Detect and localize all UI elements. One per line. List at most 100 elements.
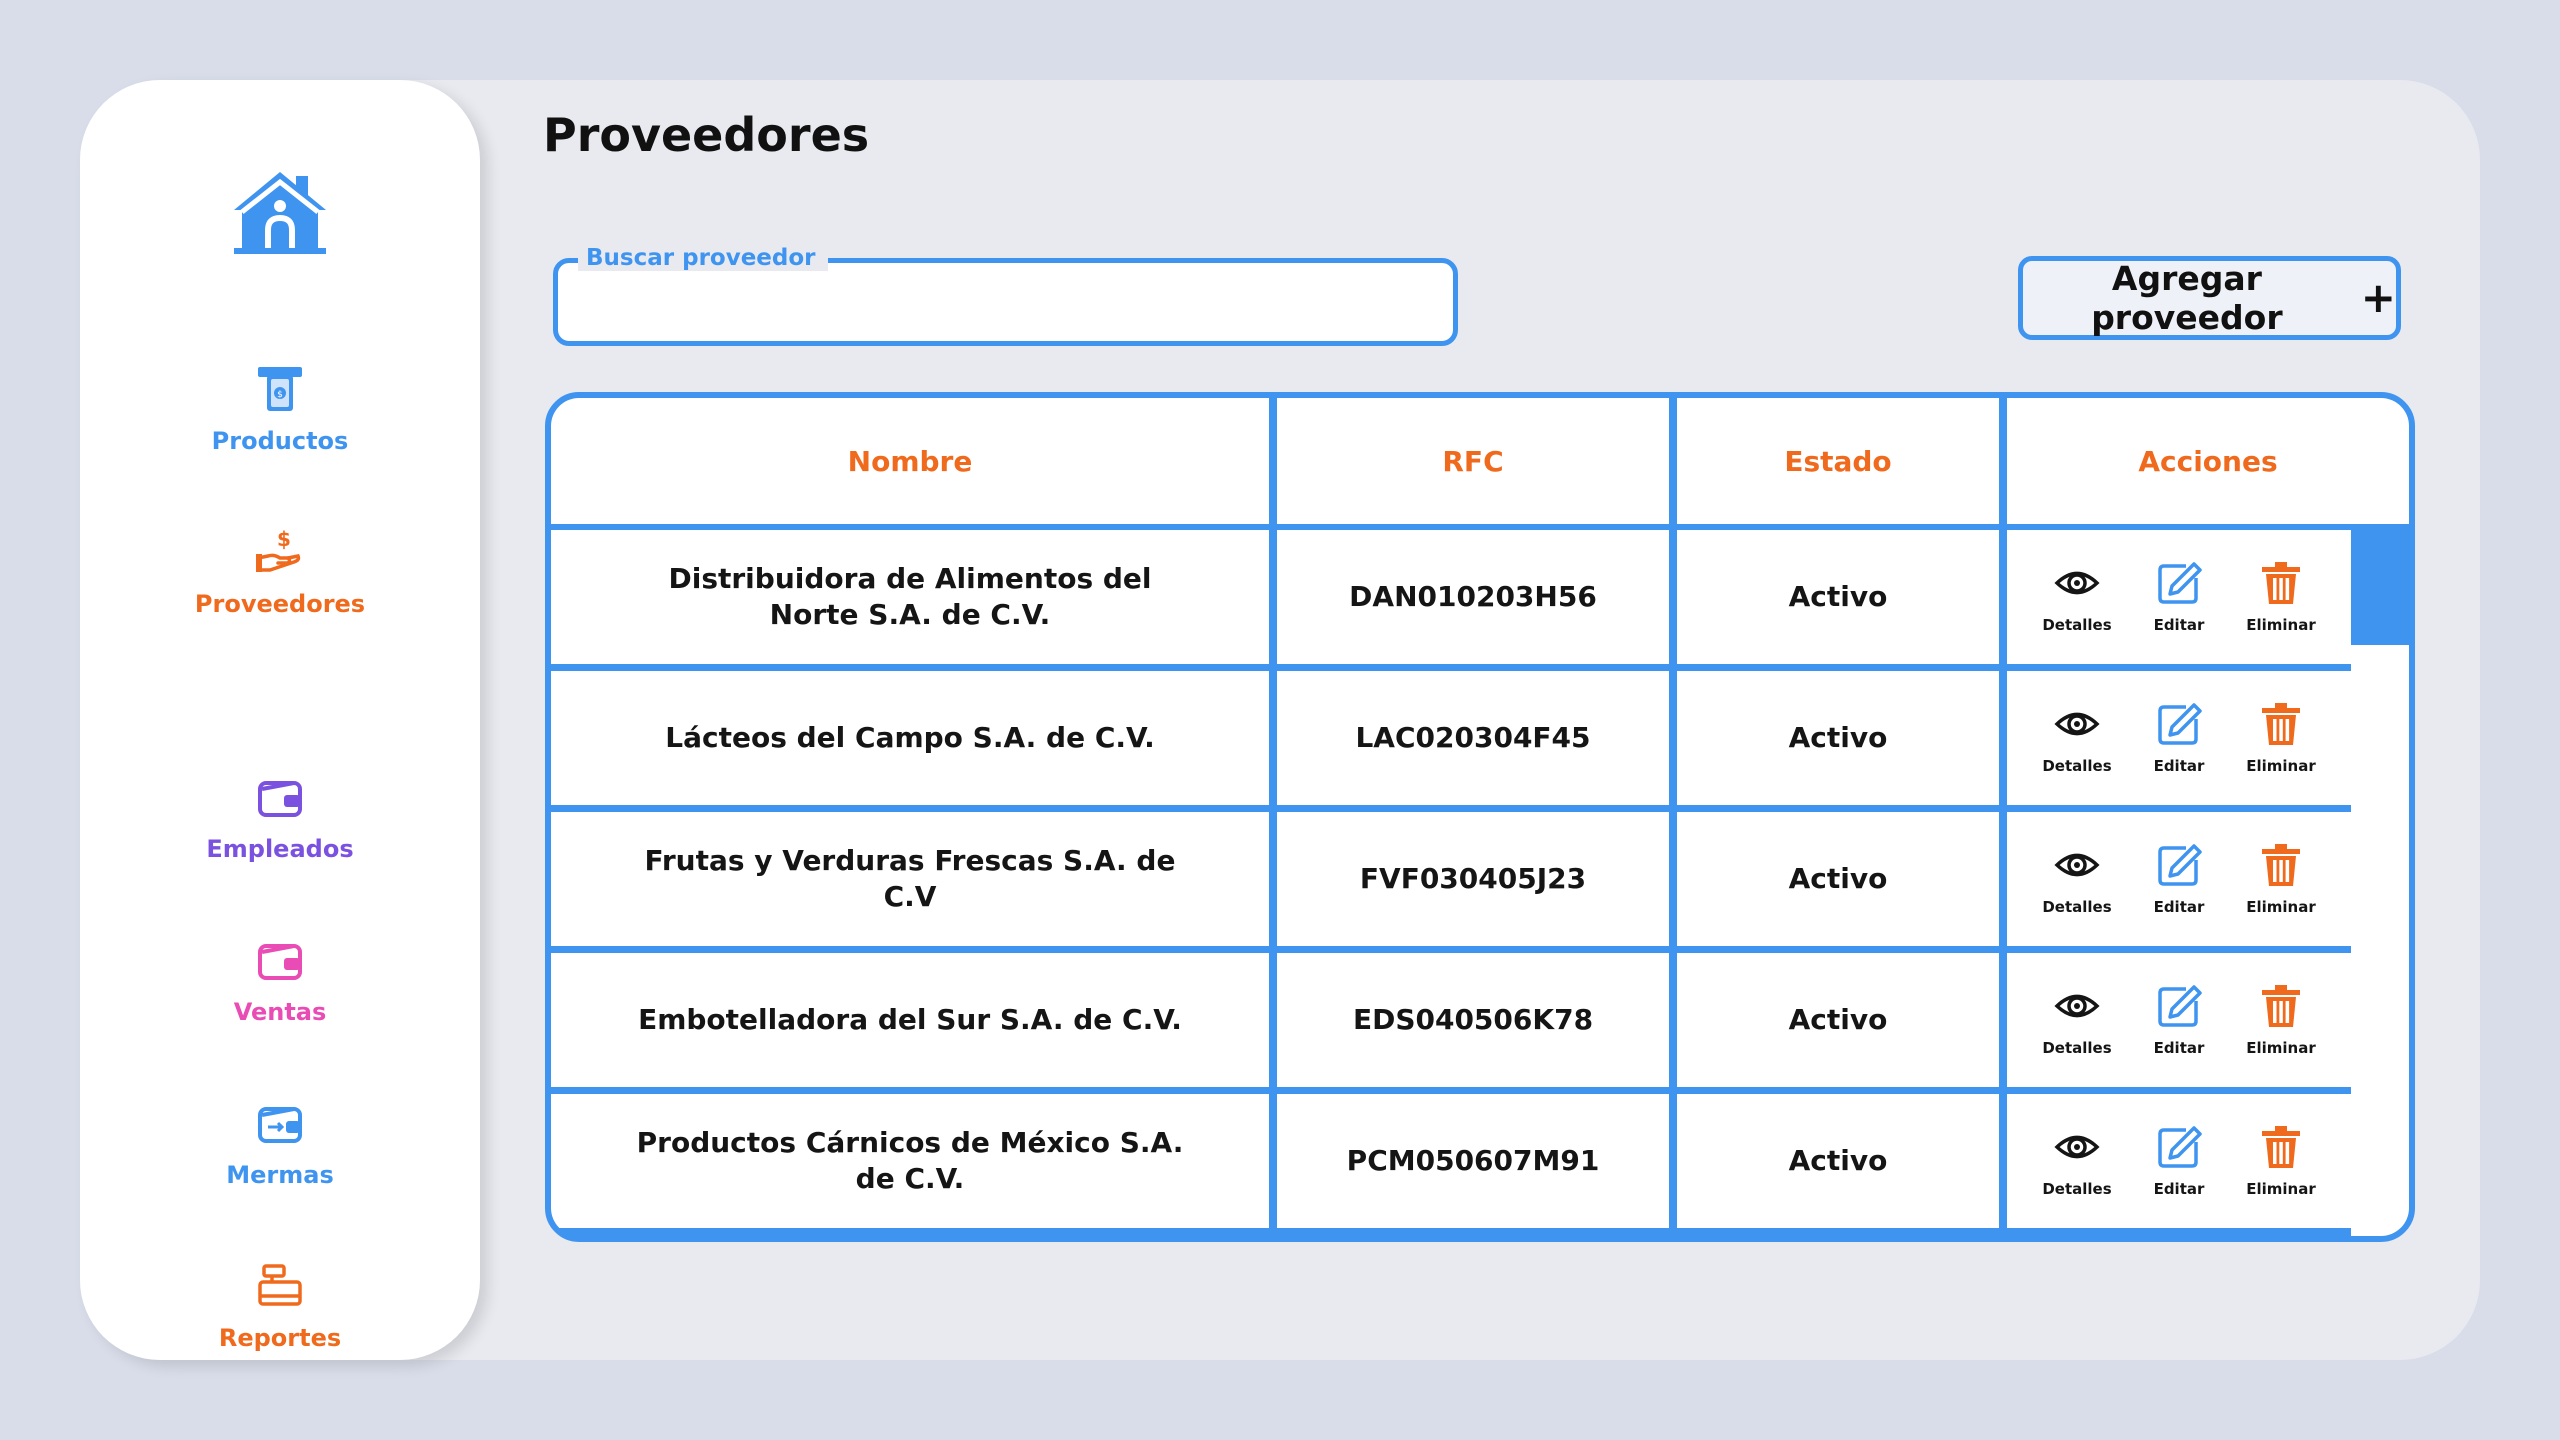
- plus-icon: +: [2360, 273, 2396, 322]
- details-button[interactable]: Detalles: [2042, 1124, 2112, 1198]
- eye-icon: [2054, 701, 2100, 747]
- delete-button[interactable]: Eliminar: [2246, 1124, 2316, 1198]
- cell-actions: Detalles Editar Eliminar: [2007, 1094, 2351, 1228]
- add-supplier-button[interactable]: Agregar proveedor +: [2018, 256, 2401, 340]
- table-scrollbar[interactable]: [2351, 530, 2409, 1236]
- sidebar-item-reportes[interactable]: Reportes: [80, 1260, 480, 1380]
- add-supplier-label: Agregar proveedor: [2091, 259, 2283, 337]
- svg-text:$: $: [277, 390, 283, 400]
- edit-icon: [2156, 560, 2202, 606]
- row-actions: Detalles Editar Eliminar: [2042, 983, 2316, 1057]
- header-estado: Estado: [1677, 398, 1999, 524]
- row-actions: Detalles Editar Eliminar: [2042, 560, 2316, 634]
- cell-actions: Detalles Editar Eliminar: [2007, 530, 2351, 664]
- hand-dollar-icon: $: [256, 527, 301, 572]
- details-button[interactable]: Detalles: [2042, 983, 2112, 1057]
- edit-button[interactable]: Editar: [2150, 701, 2208, 775]
- cell-name: Frutas y Verduras Frescas S.A. de C.V: [551, 812, 1269, 946]
- cell-actions: Detalles Editar Eliminar: [2007, 671, 2351, 805]
- delete-label: Eliminar: [2246, 1180, 2316, 1198]
- cell-rfc: DAN010203H56: [1277, 530, 1669, 664]
- search-label: Buscar proveedor: [578, 245, 828, 271]
- details-label: Detalles: [2042, 1180, 2112, 1198]
- sidebar-item-proveedores[interactable]: $ Proveedores: [80, 526, 480, 646]
- home-icon[interactable]: [230, 168, 330, 258]
- details-button[interactable]: Detalles: [2042, 842, 2112, 916]
- sidebar-item-label: Mermas: [226, 1161, 334, 1189]
- delete-label: Eliminar: [2246, 616, 2316, 634]
- edit-icon: [2156, 842, 2202, 888]
- cell-name: Distribuidora de Alimentos del Norte S.A…: [551, 530, 1269, 664]
- delete-button[interactable]: Eliminar: [2246, 983, 2316, 1057]
- search-field[interactable]: Buscar proveedor: [553, 245, 1458, 346]
- eye-icon: [2054, 560, 2100, 606]
- sidebar-item-mermas[interactable]: Mermas: [80, 1097, 480, 1217]
- wallet-icon: [258, 781, 302, 817]
- edit-icon: [2156, 983, 2202, 1029]
- cash-register-icon: [258, 1264, 302, 1306]
- cell-actions: Detalles Editar Eliminar: [2007, 812, 2351, 946]
- row-actions: Detalles Editar Eliminar: [2042, 701, 2316, 775]
- details-label: Detalles: [2042, 616, 2112, 634]
- svg-text:$: $: [277, 527, 291, 551]
- atm-cash-icon: $: [258, 367, 302, 411]
- edit-button[interactable]: Editar: [2150, 842, 2208, 916]
- scrollbar-thumb[interactable]: [2351, 530, 2409, 645]
- sidebar-item-label: Empleados: [206, 835, 354, 863]
- edit-label: Editar: [2153, 898, 2205, 916]
- header-acciones: Acciones: [2007, 398, 2409, 524]
- edit-label: Editar: [2153, 1039, 2205, 1057]
- details-button[interactable]: Detalles: [2042, 560, 2112, 634]
- sidebar-item-label: Reportes: [218, 1324, 342, 1352]
- edit-label: Editar: [2153, 757, 2205, 775]
- sidebar-item-label: Productos: [211, 427, 349, 455]
- eye-icon: [2054, 983, 2100, 1029]
- cell-name: Embotelladora del Sur S.A. de C.V.: [551, 953, 1269, 1087]
- edit-button[interactable]: Editar: [2150, 560, 2208, 634]
- edit-label: Editar: [2153, 1180, 2205, 1198]
- details-label: Detalles: [2042, 757, 2112, 775]
- wallet-transfer-icon: [258, 1107, 302, 1143]
- cell-status: Activo: [1677, 671, 1999, 805]
- edit-icon: [2156, 1124, 2202, 1170]
- trash-icon: [2258, 1124, 2304, 1170]
- sidebar-item-ventas[interactable]: Ventas: [80, 934, 480, 1054]
- cell-actions: Detalles Editar Eliminar: [2007, 953, 2351, 1087]
- delete-button[interactable]: Eliminar: [2246, 701, 2316, 775]
- edit-button[interactable]: Editar: [2150, 1124, 2208, 1198]
- edit-icon: [2156, 701, 2202, 747]
- delete-label: Eliminar: [2246, 1039, 2316, 1057]
- suppliers-table: Nombre RFC Estado Acciones Distribuidora de …: [545, 392, 2415, 1242]
- trash-icon: [2258, 842, 2304, 888]
- trash-icon: [2258, 560, 2304, 606]
- delete-label: Eliminar: [2246, 757, 2316, 775]
- cell-rfc: EDS040506K78: [1277, 953, 1669, 1087]
- cell-rfc: LAC020304F45: [1277, 671, 1669, 805]
- cell-status: Activo: [1677, 1094, 1999, 1228]
- header-nombre: Nombre: [551, 398, 1269, 524]
- sidebar-item-label: Ventas: [233, 998, 327, 1026]
- eye-icon: [2054, 842, 2100, 888]
- cell-status: Activo: [1677, 530, 1999, 664]
- wallet-icon: [258, 944, 302, 980]
- row-actions: Detalles Editar Eliminar: [2042, 842, 2316, 916]
- cell-status: Activo: [1677, 953, 1999, 1087]
- trash-icon: [2258, 983, 2304, 1029]
- sidebar-item-productos[interactable]: $ Productos: [80, 363, 480, 483]
- delete-button[interactable]: Eliminar: [2246, 842, 2316, 916]
- cell-rfc: PCM050607M91: [1277, 1094, 1669, 1228]
- edit-button[interactable]: Editar: [2150, 983, 2208, 1057]
- details-label: Detalles: [2042, 1039, 2112, 1057]
- cell-status: Activo: [1677, 812, 1999, 946]
- sidebar: $ Productos $ Proveedores Empleados Vent…: [80, 80, 480, 1360]
- eye-icon: [2054, 1124, 2100, 1170]
- sidebar-item-empleados[interactable]: Empleados: [80, 771, 480, 891]
- details-button[interactable]: Detalles: [2042, 701, 2112, 775]
- page-title: Proveedores: [543, 108, 870, 162]
- details-label: Detalles: [2042, 898, 2112, 916]
- edit-label: Editar: [2153, 616, 2205, 634]
- delete-button[interactable]: Eliminar: [2246, 560, 2316, 634]
- cell-name: Productos Cárnicos de México S.A. de C.V…: [551, 1094, 1269, 1228]
- search-input[interactable]: [578, 277, 1438, 327]
- cell-name: Lácteos del Campo S.A. de C.V.: [551, 671, 1269, 805]
